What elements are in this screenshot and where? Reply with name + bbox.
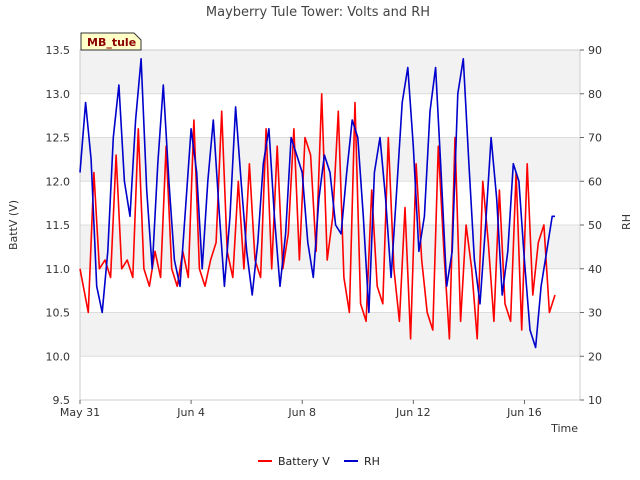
y-left-tick-label: 10.5 [46,307,71,320]
y-right-tick-label: 50 [588,219,602,232]
chart: Mayberry Tule Tower: Volts and RH 9.510.… [7,5,633,468]
x-axis: May 31 Jun 4 Jun 8 Jun 12 Jun 16 [60,400,542,419]
legend-label-rh: RH [364,455,380,468]
x-tick-label: May 31 [60,406,100,419]
y-left-tick-label: 10.0 [46,350,71,363]
y-right-tick-label: 70 [588,132,602,145]
y-axis-right-label: RH [620,214,633,230]
y-right-tick-label: 90 [588,44,602,57]
y-right-tick-label: 20 [588,350,602,363]
grid-band [80,50,580,94]
y-left-tick-label: 13.5 [46,44,71,57]
x-tick-label: Jun 8 [287,406,316,419]
x-axis-label: Time [550,422,578,435]
right-axis: 10 20 30 40 50 60 70 80 90 [580,44,602,407]
x-tick-label: Jun 12 [395,406,431,419]
legend-label-battery: Battery V [278,455,330,468]
chart-title: Mayberry Tule Tower: Volts and RH [206,5,430,20]
y-axis-left-label: BattV (V) [7,200,20,250]
y-left-tick-label: 13.0 [46,88,71,101]
y-left-tick-label: 11.0 [46,263,71,276]
y-right-tick-label: 30 [588,307,602,320]
y-left-tick-label: 12.0 [46,175,71,188]
site-badge: MB_tule [80,32,142,51]
y-right-tick-label: 10 [588,394,602,407]
x-tick-label: Jun 16 [506,406,542,419]
legend-item-battery: Battery V [258,455,330,468]
series-layer [79,57,556,349]
grid-band [80,312,580,357]
y-right-tick-label: 80 [588,88,602,101]
x-tick-label: Jun 4 [176,406,205,419]
y-right-tick-label: 60 [588,175,602,188]
legend-item-rh: RH [344,455,380,468]
legend: Battery V RH [258,455,380,468]
left-axis: 9.510.010.511.011.512.012.513.013.5 [46,44,71,407]
site-badge-label: MB_tule [87,36,136,49]
y-left-tick-label: 12.5 [46,132,71,145]
grid-band [80,225,580,269]
y-left-tick-label: 11.5 [46,219,71,232]
y-right-tick-label: 40 [588,263,602,276]
